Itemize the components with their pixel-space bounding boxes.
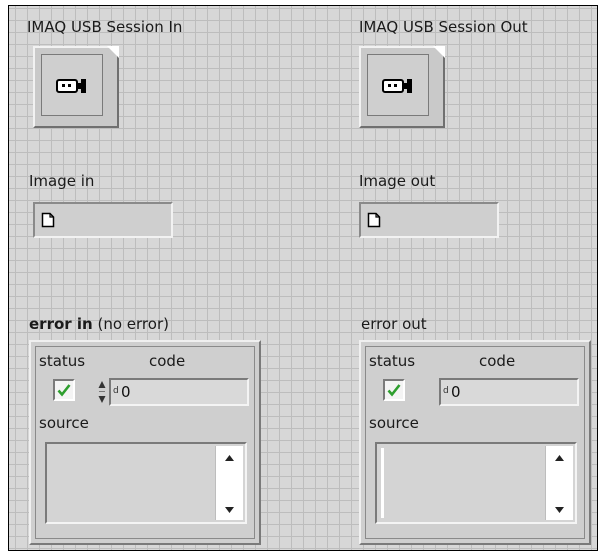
error-in-label: error in (no error) <box>29 315 169 333</box>
usb-camera-icon <box>382 79 412 93</box>
error-in-source-label: source <box>39 414 89 432</box>
error-in-source-field[interactable] <box>45 442 247 524</box>
session-out-refnum[interactable] <box>359 46 445 128</box>
session-in-refnum-face <box>41 54 103 116</box>
error-out-code-label: code <box>479 352 516 370</box>
scroll-up-arrow-icon[interactable] <box>224 454 235 462</box>
checkmark-icon <box>57 384 71 397</box>
error-in-status-label: status <box>39 352 86 370</box>
session-out-refnum-face <box>367 54 429 116</box>
error-in-status-checkbox[interactable] <box>53 379 75 401</box>
code-increment-arrows-icon[interactable] <box>98 379 106 405</box>
session-in-label: IMAQ USB Session In <box>27 18 183 36</box>
error-in-code-value: 0 <box>121 383 131 401</box>
front-panel: IMAQ USB Session In IMAQ USB Session Out <box>8 5 598 551</box>
error-in-code-label: code <box>149 352 186 370</box>
scroll-down-arrow-icon[interactable] <box>554 506 565 514</box>
error-out-source-scrollbar[interactable] <box>545 446 573 520</box>
image-file-icon <box>41 212 55 228</box>
error-in-cluster: status code d 0 source <box>29 340 261 545</box>
text-cursor <box>381 448 384 518</box>
radix-indicator: d <box>443 386 449 396</box>
error-in-source-scrollbar[interactable] <box>215 446 243 520</box>
image-out-label: Image out <box>359 172 436 190</box>
error-out-status-checkbox <box>383 379 405 401</box>
session-out-label: IMAQ USB Session Out <box>359 18 528 36</box>
session-in-refnum[interactable] <box>33 46 119 128</box>
error-out-label: error out <box>361 315 427 333</box>
radix-indicator: d <box>113 386 119 396</box>
error-out-code-field: d 0 <box>439 378 579 406</box>
usb-camera-icon <box>56 79 86 93</box>
image-in-label: Image in <box>29 172 95 190</box>
error-out-code-value: 0 <box>451 383 461 401</box>
error-out-cluster: status code d 0 source <box>359 340 591 545</box>
scroll-up-arrow-icon[interactable] <box>554 454 565 462</box>
error-in-label-bold: error in <box>29 315 93 333</box>
error-out-source-label: source <box>369 414 419 432</box>
scroll-down-arrow-icon[interactable] <box>224 506 235 514</box>
error-in-label-note: (no error) <box>92 315 169 333</box>
error-in-code-field[interactable]: d 0 <box>109 378 249 406</box>
image-out-display[interactable] <box>359 202 499 238</box>
error-out-source-field[interactable] <box>375 442 577 524</box>
image-in-display[interactable] <box>33 202 173 238</box>
checkmark-icon <box>387 384 401 397</box>
error-out-status-label: status <box>369 352 416 370</box>
image-file-icon <box>367 212 381 228</box>
